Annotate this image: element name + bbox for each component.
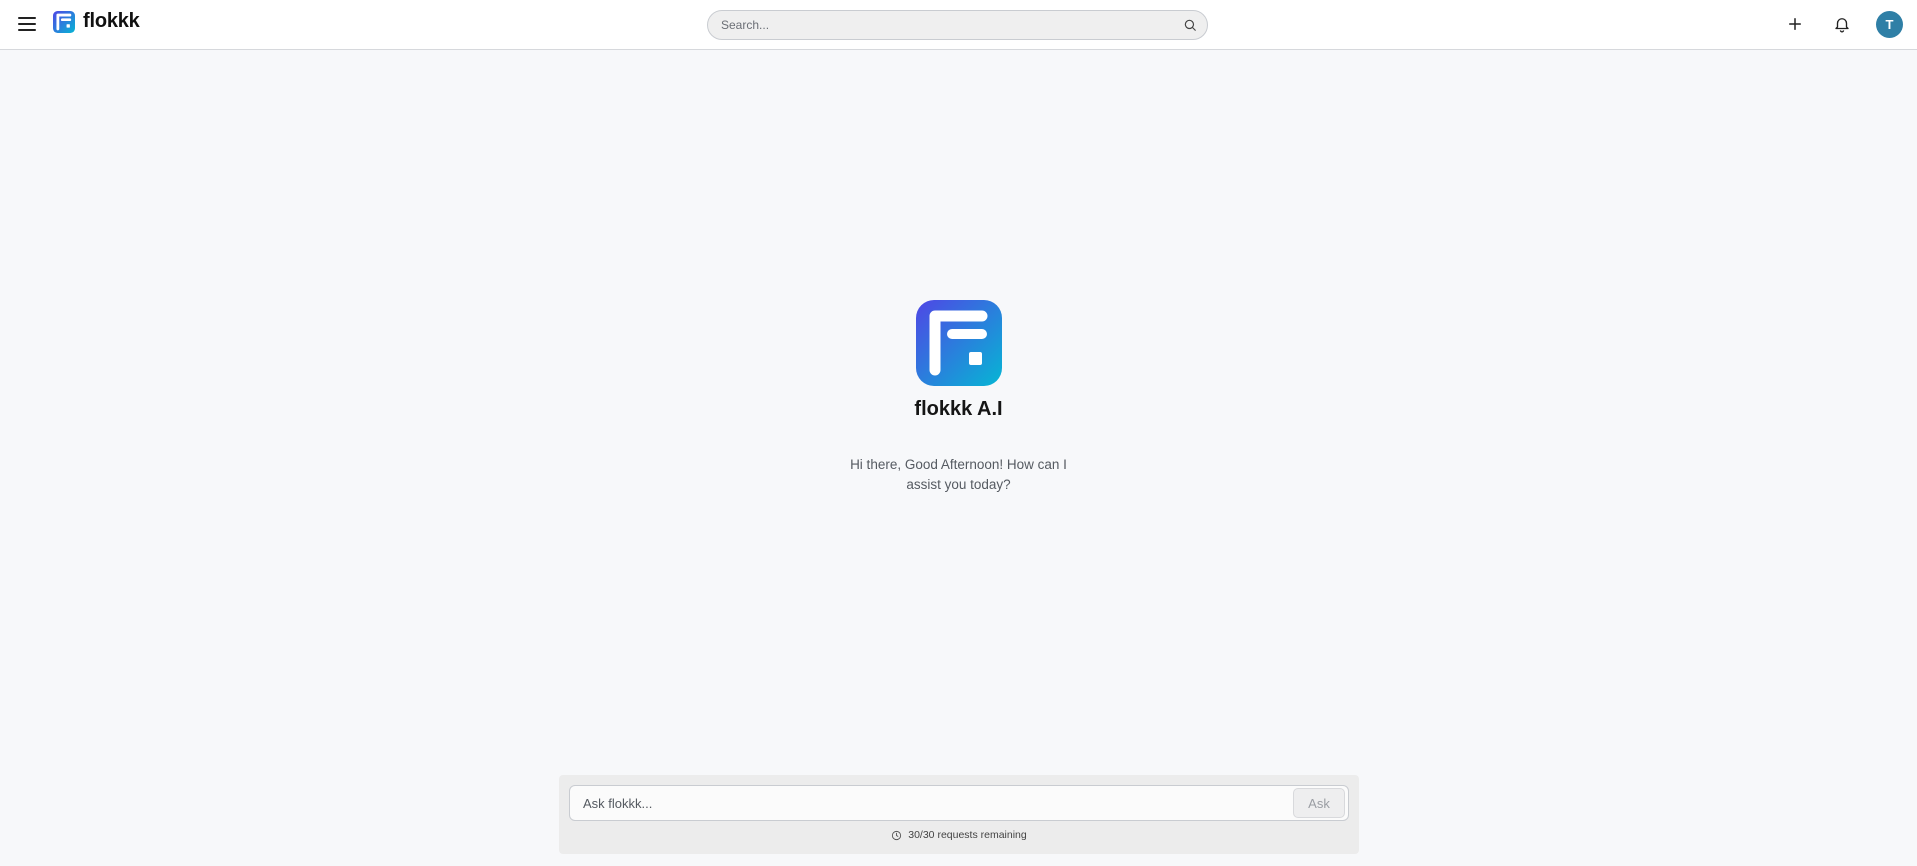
requests-remaining: 30/30 requests remaining [559, 829, 1359, 841]
menu-icon[interactable] [18, 13, 40, 35]
brand-name: flokkk [83, 10, 140, 32]
welcome-panel: flokkk A.I Hi there, Good Afternoon! How… [0, 300, 1917, 495]
avatar-initial: T [1885, 17, 1894, 32]
ask-input[interactable] [583, 795, 1293, 811]
search-bar[interactable] [707, 10, 1208, 40]
composer: Ask 30/30 requests remaining [559, 775, 1359, 854]
search-input[interactable] [721, 18, 1183, 32]
bell-icon[interactable] [1833, 14, 1851, 34]
flokkk-logo-icon [53, 10, 75, 33]
top-bar: flokkk T [0, 0, 1917, 50]
requests-remaining-text: 30/30 requests remaining [908, 829, 1027, 841]
plus-icon[interactable] [1786, 15, 1804, 33]
ask-button[interactable]: Ask [1293, 788, 1345, 818]
greeting-text: Hi there, Good Afternoon! How can I assi… [850, 457, 1067, 492]
clock-icon [892, 830, 902, 840]
avatar[interactable]: T [1876, 11, 1903, 38]
ask-box[interactable]: Ask [569, 785, 1349, 821]
assistant-title: flokkk A.I [914, 398, 1003, 420]
search-icon[interactable] [1183, 18, 1197, 32]
flokkk-ai-logo-icon [915, 300, 1002, 386]
brand[interactable]: flokkk [53, 10, 140, 33]
